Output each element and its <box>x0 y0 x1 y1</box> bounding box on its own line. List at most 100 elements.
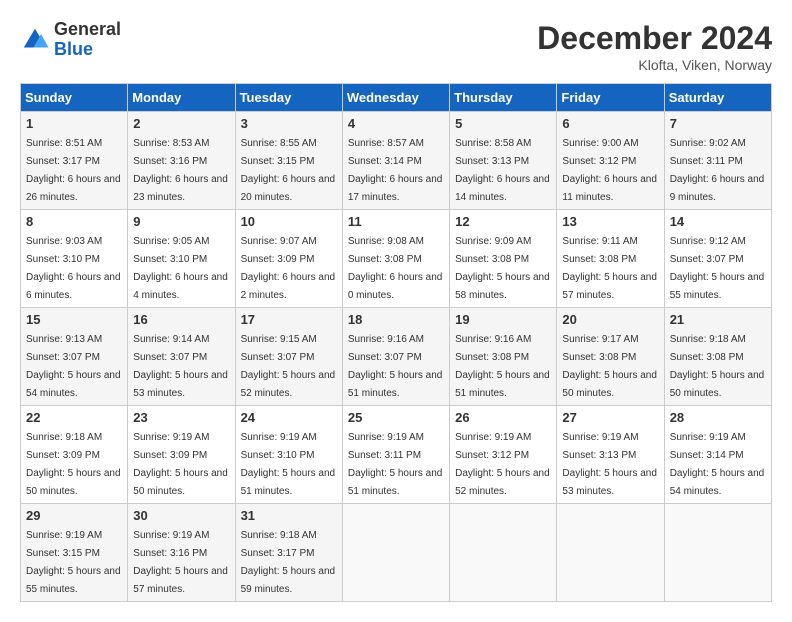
day-info: Sunrise: 8:55 AMSunset: 3:15 PMDaylight:… <box>241 138 336 203</box>
calendar: SundayMondayTuesdayWednesdayThursdayFrid… <box>20 83 772 602</box>
week-row-1: 1 Sunrise: 8:51 AMSunset: 3:17 PMDayligh… <box>21 112 772 210</box>
day-info: Sunrise: 9:18 AMSunset: 3:17 PMDaylight:… <box>241 530 336 595</box>
calendar-cell: 15 Sunrise: 9:13 AMSunset: 3:07 PMDaylig… <box>21 308 128 406</box>
day-info: Sunrise: 9:18 AMSunset: 3:08 PMDaylight:… <box>670 334 765 399</box>
day-info: Sunrise: 9:13 AMSunset: 3:07 PMDaylight:… <box>26 334 121 399</box>
day-number: 6 <box>562 116 658 131</box>
day-number: 22 <box>26 410 122 425</box>
day-info: Sunrise: 9:19 AMSunset: 3:09 PMDaylight:… <box>133 432 228 497</box>
calendar-cell: 10 Sunrise: 9:07 AMSunset: 3:09 PMDaylig… <box>235 210 342 308</box>
day-number: 12 <box>455 214 551 229</box>
calendar-cell: 7 Sunrise: 9:02 AMSunset: 3:11 PMDayligh… <box>664 112 771 210</box>
calendar-cell: 22 Sunrise: 9:18 AMSunset: 3:09 PMDaylig… <box>21 406 128 504</box>
calendar-cell: 3 Sunrise: 8:55 AMSunset: 3:15 PMDayligh… <box>235 112 342 210</box>
day-info: Sunrise: 9:14 AMSunset: 3:07 PMDaylight:… <box>133 334 228 399</box>
calendar-cell: 4 Sunrise: 8:57 AMSunset: 3:14 PMDayligh… <box>342 112 449 210</box>
calendar-cell: 30 Sunrise: 9:19 AMSunset: 3:16 PMDaylig… <box>128 504 235 602</box>
calendar-cell <box>450 504 557 602</box>
day-number: 30 <box>133 508 229 523</box>
day-info: Sunrise: 9:09 AMSunset: 3:08 PMDaylight:… <box>455 236 550 301</box>
day-info: Sunrise: 9:02 AMSunset: 3:11 PMDaylight:… <box>670 138 765 203</box>
day-info: Sunrise: 9:00 AMSunset: 3:12 PMDaylight:… <box>562 138 657 203</box>
day-info: Sunrise: 9:19 AMSunset: 3:10 PMDaylight:… <box>241 432 336 497</box>
month-title: December 2024 <box>537 20 772 57</box>
calendar-cell: 17 Sunrise: 9:15 AMSunset: 3:07 PMDaylig… <box>235 308 342 406</box>
day-number: 14 <box>670 214 766 229</box>
day-info: Sunrise: 9:18 AMSunset: 3:09 PMDaylight:… <box>26 432 121 497</box>
calendar-cell: 14 Sunrise: 9:12 AMSunset: 3:07 PMDaylig… <box>664 210 771 308</box>
day-number: 31 <box>241 508 337 523</box>
logo-blue: Blue <box>54 40 121 60</box>
day-info: Sunrise: 8:51 AMSunset: 3:17 PMDaylight:… <box>26 138 121 203</box>
day-number: 3 <box>241 116 337 131</box>
week-row-4: 22 Sunrise: 9:18 AMSunset: 3:09 PMDaylig… <box>21 406 772 504</box>
calendar-cell: 11 Sunrise: 9:08 AMSunset: 3:08 PMDaylig… <box>342 210 449 308</box>
day-number: 23 <box>133 410 229 425</box>
weekday-header-tuesday: Tuesday <box>235 84 342 112</box>
calendar-cell: 13 Sunrise: 9:11 AMSunset: 3:08 PMDaylig… <box>557 210 664 308</box>
calendar-cell: 6 Sunrise: 9:00 AMSunset: 3:12 PMDayligh… <box>557 112 664 210</box>
calendar-cell: 1 Sunrise: 8:51 AMSunset: 3:17 PMDayligh… <box>21 112 128 210</box>
calendar-cell: 16 Sunrise: 9:14 AMSunset: 3:07 PMDaylig… <box>128 308 235 406</box>
day-number: 11 <box>348 214 444 229</box>
calendar-cell: 29 Sunrise: 9:19 AMSunset: 3:15 PMDaylig… <box>21 504 128 602</box>
day-info: Sunrise: 8:53 AMSunset: 3:16 PMDaylight:… <box>133 138 228 203</box>
calendar-cell: 31 Sunrise: 9:18 AMSunset: 3:17 PMDaylig… <box>235 504 342 602</box>
weekday-header-wednesday: Wednesday <box>342 84 449 112</box>
calendar-cell: 12 Sunrise: 9:09 AMSunset: 3:08 PMDaylig… <box>450 210 557 308</box>
day-info: Sunrise: 9:07 AMSunset: 3:09 PMDaylight:… <box>241 236 336 301</box>
day-number: 4 <box>348 116 444 131</box>
day-info: Sunrise: 9:19 AMSunset: 3:12 PMDaylight:… <box>455 432 550 497</box>
day-info: Sunrise: 8:57 AMSunset: 3:14 PMDaylight:… <box>348 138 443 203</box>
day-info: Sunrise: 9:17 AMSunset: 3:08 PMDaylight:… <box>562 334 657 399</box>
day-number: 26 <box>455 410 551 425</box>
day-number: 13 <box>562 214 658 229</box>
weekday-header-saturday: Saturday <box>664 84 771 112</box>
day-number: 8 <box>26 214 122 229</box>
calendar-cell: 23 Sunrise: 9:19 AMSunset: 3:09 PMDaylig… <box>128 406 235 504</box>
day-info: Sunrise: 9:11 AMSunset: 3:08 PMDaylight:… <box>562 236 657 301</box>
day-number: 17 <box>241 312 337 327</box>
day-number: 20 <box>562 312 658 327</box>
day-number: 9 <box>133 214 229 229</box>
day-info: Sunrise: 9:12 AMSunset: 3:07 PMDaylight:… <box>670 236 765 301</box>
day-number: 18 <box>348 312 444 327</box>
day-info: Sunrise: 9:15 AMSunset: 3:07 PMDaylight:… <box>241 334 336 399</box>
calendar-cell: 2 Sunrise: 8:53 AMSunset: 3:16 PMDayligh… <box>128 112 235 210</box>
day-info: Sunrise: 9:16 AMSunset: 3:08 PMDaylight:… <box>455 334 550 399</box>
weekday-header-monday: Monday <box>128 84 235 112</box>
calendar-cell: 8 Sunrise: 9:03 AMSunset: 3:10 PMDayligh… <box>21 210 128 308</box>
calendar-cell: 9 Sunrise: 9:05 AMSunset: 3:10 PMDayligh… <box>128 210 235 308</box>
day-info: Sunrise: 9:19 AMSunset: 3:11 PMDaylight:… <box>348 432 443 497</box>
calendar-cell: 25 Sunrise: 9:19 AMSunset: 3:11 PMDaylig… <box>342 406 449 504</box>
day-number: 16 <box>133 312 229 327</box>
calendar-cell: 26 Sunrise: 9:19 AMSunset: 3:12 PMDaylig… <box>450 406 557 504</box>
day-number: 7 <box>670 116 766 131</box>
calendar-cell: 21 Sunrise: 9:18 AMSunset: 3:08 PMDaylig… <box>664 308 771 406</box>
calendar-cell: 20 Sunrise: 9:17 AMSunset: 3:08 PMDaylig… <box>557 308 664 406</box>
location: Klofta, Viken, Norway <box>537 57 772 73</box>
page-header: General Blue December 2024 Klofta, Viken… <box>20 20 772 73</box>
day-number: 27 <box>562 410 658 425</box>
day-info: Sunrise: 9:19 AMSunset: 3:16 PMDaylight:… <box>133 530 228 595</box>
logo-text: General Blue <box>54 20 121 60</box>
calendar-cell: 19 Sunrise: 9:16 AMSunset: 3:08 PMDaylig… <box>450 308 557 406</box>
calendar-cell: 28 Sunrise: 9:19 AMSunset: 3:14 PMDaylig… <box>664 406 771 504</box>
day-info: Sunrise: 8:58 AMSunset: 3:13 PMDaylight:… <box>455 138 550 203</box>
logo-icon <box>20 25 50 55</box>
week-row-3: 15 Sunrise: 9:13 AMSunset: 3:07 PMDaylig… <box>21 308 772 406</box>
day-number: 2 <box>133 116 229 131</box>
calendar-cell <box>664 504 771 602</box>
day-info: Sunrise: 9:08 AMSunset: 3:08 PMDaylight:… <box>348 236 443 301</box>
day-number: 5 <box>455 116 551 131</box>
day-info: Sunrise: 9:16 AMSunset: 3:07 PMDaylight:… <box>348 334 443 399</box>
logo-general: General <box>54 20 121 40</box>
day-number: 1 <box>26 116 122 131</box>
day-number: 24 <box>241 410 337 425</box>
day-info: Sunrise: 9:19 AMSunset: 3:14 PMDaylight:… <box>670 432 765 497</box>
weekday-header-thursday: Thursday <box>450 84 557 112</box>
day-info: Sunrise: 9:03 AMSunset: 3:10 PMDaylight:… <box>26 236 121 301</box>
calendar-cell: 24 Sunrise: 9:19 AMSunset: 3:10 PMDaylig… <box>235 406 342 504</box>
weekday-header-sunday: Sunday <box>21 84 128 112</box>
calendar-cell: 5 Sunrise: 8:58 AMSunset: 3:13 PMDayligh… <box>450 112 557 210</box>
